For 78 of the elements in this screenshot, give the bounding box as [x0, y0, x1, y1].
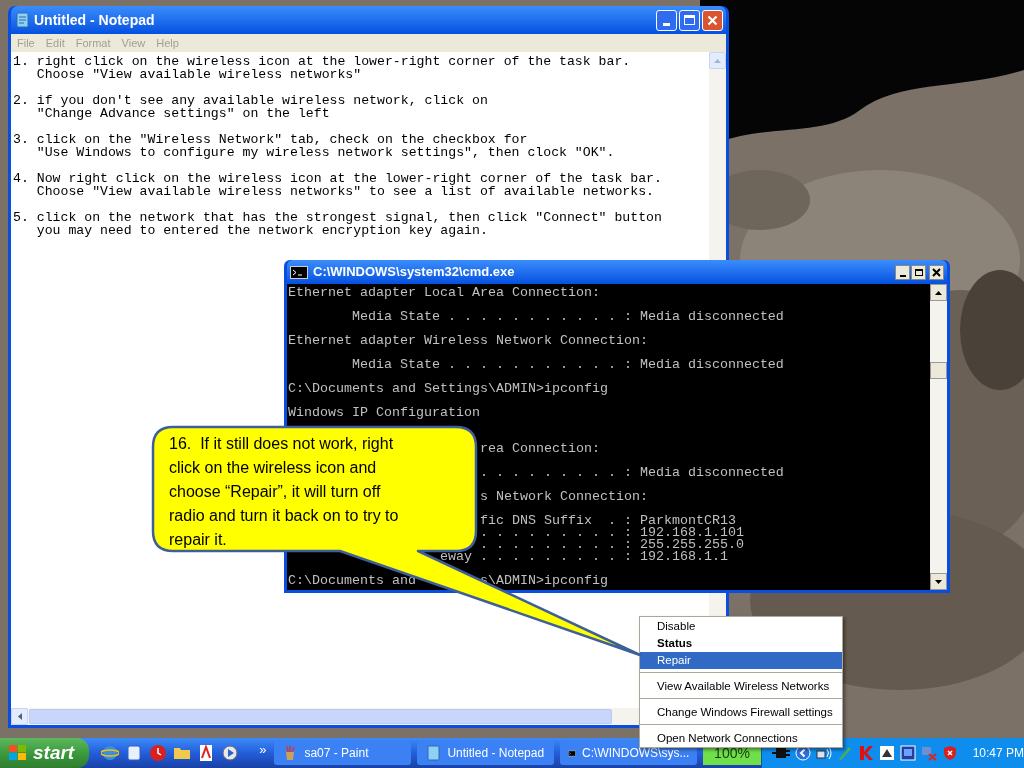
field-label: Media State . . . . . . . . . . . [351, 359, 616, 371]
menu-item[interactable]: Status [640, 635, 842, 652]
step-text: click on the network that has the strongest signal, then click "Connect" button [36, 211, 662, 224]
document-icon[interactable] [125, 744, 144, 762]
step-text: "Use Windows to configure my wireless network settings", then clock "OK". [36, 146, 615, 159]
step-number: 4. [13, 172, 30, 185]
close-icon [707, 14, 718, 26]
step-number: 5. [13, 211, 30, 224]
step-text: Choose "View available wireless networks" to see a list of available networks. [36, 185, 654, 198]
console-line: Ethernet adapter Wireless Network Connection: [288, 333, 648, 348]
console-line: Ethernet adapter Local Area Connection: [288, 285, 600, 300]
step-text: "Change Advance settings" on the left [36, 107, 330, 120]
field-label: . . . . . . . . . [479, 467, 616, 479]
console-line: s Network Connection: [479, 489, 648, 504]
field-value: : Media disconnected [623, 467, 784, 479]
field-value: : ParkmontCR13 [623, 515, 736, 527]
field-value: : 192.168.1.101 [623, 527, 744, 539]
start-button[interactable]: start [0, 738, 90, 768]
clock-icon[interactable] [149, 744, 168, 762]
field-label: fic DNS Suffix . [479, 515, 616, 527]
overflow-button[interactable]: » [259, 740, 267, 760]
notepad-icon [14, 12, 30, 28]
step-text: click on the "Wireless Network" tab, check on the checkbox for [36, 133, 528, 146]
console-line: C:\Documents and Settings\ADMIN>ipconfig [288, 381, 608, 396]
clock: 10:47 PM [972, 745, 1024, 762]
step-number: 2. [13, 94, 30, 107]
wireless-icon[interactable] [815, 745, 832, 761]
console-line: Windows IP Configuration [288, 405, 480, 420]
caret-up-icon [935, 290, 942, 295]
step-number: 1. [13, 55, 30, 68]
step-text: right click on the wireless icon at the lower-right corner of the task bar. [36, 55, 631, 68]
menu-item[interactable]: Change Windows Firewall settings [640, 698, 842, 721]
caret-down-icon [935, 579, 942, 584]
field-value: : 192.168.1.1 [623, 551, 728, 563]
field-label: eway . . . . . . . . . [439, 551, 616, 563]
step-text: Now right click on the wireless icon at the lower-right corner of the task bar. [36, 172, 662, 185]
field-value: : 255.255.255.0 [623, 539, 744, 551]
step-text: if you don't see any available wireless network, click on [36, 94, 488, 107]
field-label: . . . . . . . . . [479, 539, 616, 551]
close-icon [932, 267, 941, 277]
menu-item[interactable]: Open Network Connections [640, 724, 842, 747]
maximize-button[interactable] [911, 264, 926, 280]
callout-text: 16. If it still does not work, right click on the wireless icon and choose “Repair”, it will turn off radio and turn it back on to try to repair it. [169, 434, 400, 550]
console-line: s\ADMIN>ipconfig [479, 575, 608, 587]
menu-item[interactable]: Repair [640, 652, 842, 669]
notepad-icon [425, 745, 442, 761]
scroll-thumb[interactable] [930, 362, 947, 379]
power-plug-icon[interactable] [771, 745, 790, 761]
console-icon [290, 265, 308, 279]
scroll-down-button[interactable] [930, 573, 947, 590]
taskbar-button[interactable]: Untitled - Notepad [417, 741, 555, 765]
console-line: C:\Documents and [288, 573, 416, 588]
field-label: . . . . . . . . . [479, 527, 616, 539]
field-value: : Media disconnected [623, 311, 784, 323]
console-line: rea Connection: [479, 441, 600, 456]
globe-icon[interactable] [101, 744, 120, 762]
scroll-up-button[interactable] [930, 284, 947, 301]
field-label: Media State . . . . . . . . . . . [351, 311, 616, 323]
monitor-icon[interactable] [899, 745, 916, 761]
field-value: : Media disconnected [623, 359, 784, 371]
menu-item[interactable]: View Available Wireless Networks [640, 672, 842, 695]
close-button[interactable] [929, 264, 944, 280]
window-title: C:\WINDOWS\system32\cmd.exe [313, 263, 516, 282]
menu-item[interactable]: Disable [640, 618, 842, 635]
step-text: Choose "View available wireless networks" [36, 68, 362, 81]
windows-flag-icon [8, 744, 28, 762]
caret-left-icon [17, 713, 22, 720]
shield-icon[interactable] [941, 745, 958, 761]
window-title: Untitled - Notepad [34, 10, 156, 30]
caret-up-icon [714, 58, 721, 63]
scroll-thumb[interactable] [29, 709, 612, 724]
step-text: you may need to entered the network encryption key again. [36, 224, 488, 237]
taskbar-button[interactable]: sa07 - Paint [274, 741, 412, 765]
media-player-icon[interactable] [221, 744, 240, 762]
step-number: 3. [13, 133, 30, 146]
scroll-left-button[interactable] [11, 708, 28, 725]
vertical-scrollbar[interactable] [930, 284, 947, 590]
minimize-button[interactable] [895, 264, 910, 280]
